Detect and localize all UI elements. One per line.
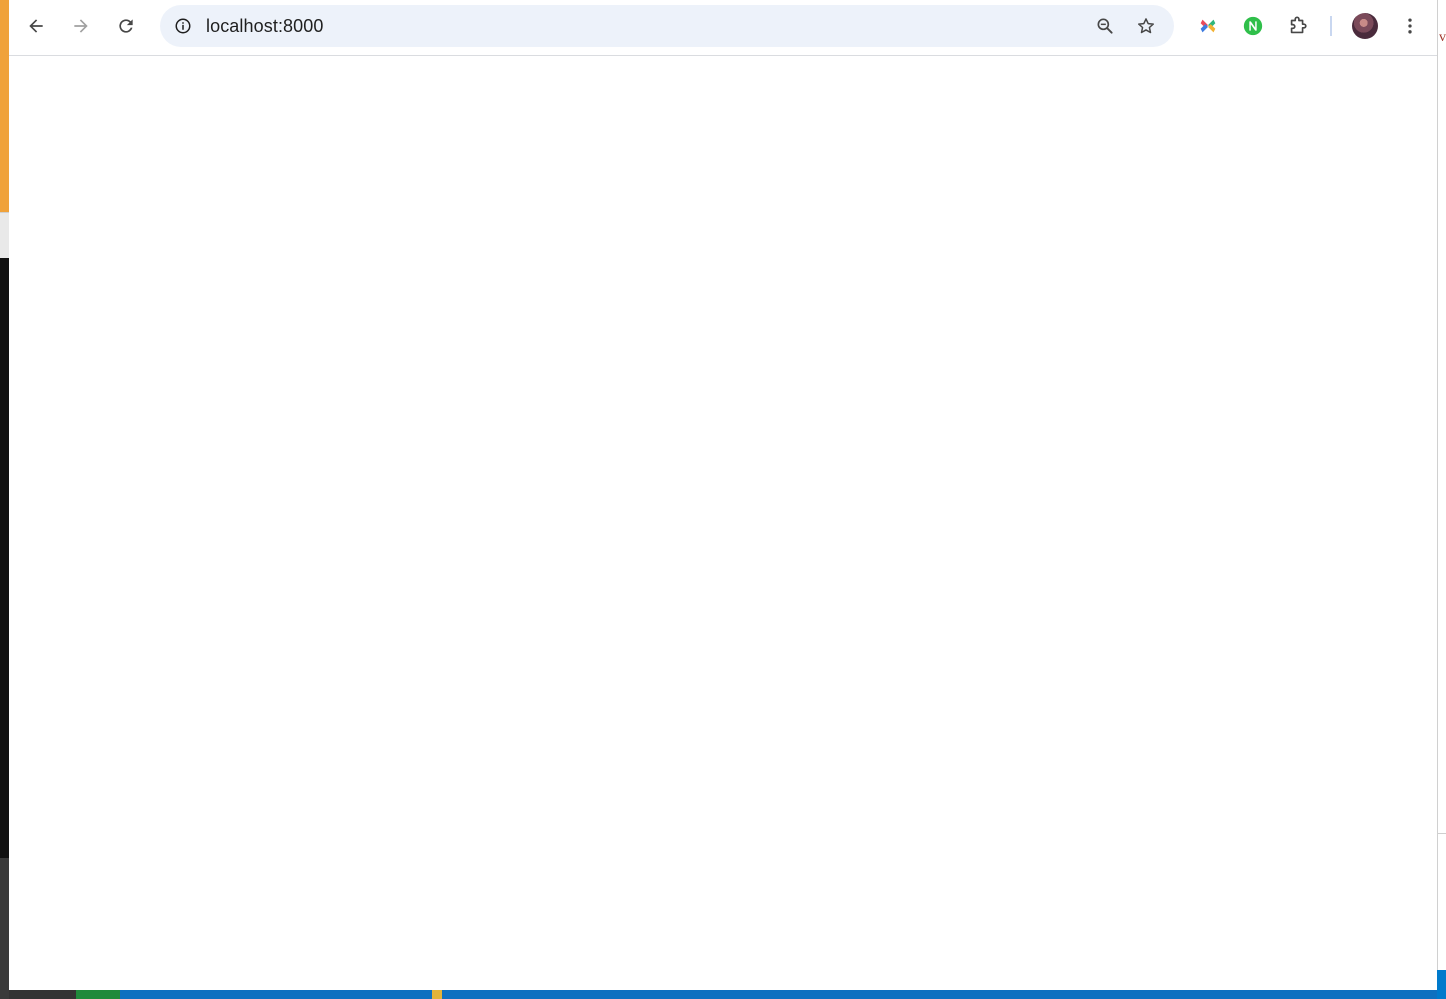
site-info-button[interactable] xyxy=(168,11,198,41)
reload-button[interactable] xyxy=(109,9,143,43)
info-circle-icon xyxy=(175,18,191,34)
extensions-menu-button[interactable] xyxy=(1282,10,1314,42)
background-window-fragment xyxy=(0,212,9,259)
more-menu-button[interactable] xyxy=(1394,10,1426,42)
background-window-text: v xyxy=(1439,30,1446,45)
status-bar-fragment xyxy=(432,990,442,999)
green-n-extension-icon xyxy=(1243,16,1263,36)
background-window-divider xyxy=(1438,833,1446,834)
forward-button[interactable] xyxy=(64,9,98,43)
status-bar-fragment xyxy=(9,990,76,999)
arrow-right-icon xyxy=(74,19,88,33)
background-window-fragment xyxy=(1437,970,1446,999)
toolbar-divider xyxy=(1330,16,1332,36)
kebab-menu-icon xyxy=(1408,18,1412,34)
extension-button-1[interactable] xyxy=(1192,10,1224,42)
status-bar-fragment xyxy=(76,990,120,999)
page-content xyxy=(9,56,1437,990)
background-window-fragment xyxy=(0,0,9,212)
status-bar-fragment xyxy=(9,990,1437,999)
url-host: localhost xyxy=(206,16,278,36)
puzzle-piece-icon xyxy=(1290,16,1307,34)
extension-button-2[interactable] xyxy=(1237,10,1269,42)
arrow-left-icon xyxy=(29,19,43,33)
browser-toolbar: localhost:8000 xyxy=(9,0,1437,56)
zoom-out-icon xyxy=(1097,18,1113,34)
address-bar[interactable]: localhost:8000 xyxy=(160,5,1174,47)
reload-icon xyxy=(119,19,133,33)
url-text[interactable]: localhost:8000 xyxy=(206,16,324,37)
background-window-fragment xyxy=(1437,0,1446,999)
background-window-fragment xyxy=(0,858,9,999)
browser-window: localhost:8000 xyxy=(9,0,1437,990)
back-button[interactable] xyxy=(19,9,53,43)
url-port: :8000 xyxy=(277,16,324,36)
colorful-x-extension-icon xyxy=(1200,19,1216,33)
avatar[interactable] xyxy=(1352,13,1378,39)
background-window-fragment xyxy=(0,258,9,858)
zoom-button[interactable] xyxy=(1090,11,1120,41)
bookmark-button[interactable] xyxy=(1131,11,1161,41)
star-icon xyxy=(1138,18,1154,34)
